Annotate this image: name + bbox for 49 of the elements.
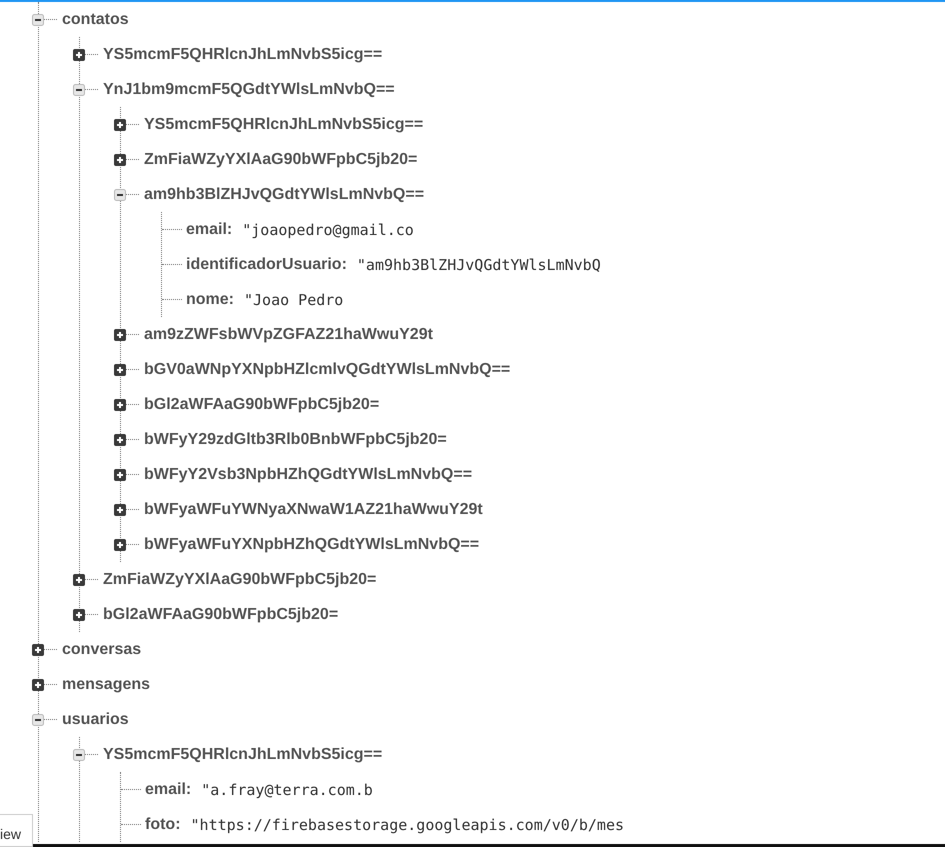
expand-icon[interactable] — [73, 608, 85, 620]
node-key[interactable]: usuarios — [62, 710, 129, 728]
field-key: foto: — [145, 816, 181, 834]
node-key[interactable]: bGV0aWNpYXNpbHZlcmlvQGdtYWlsLmNvbQ== — [144, 360, 510, 378]
expand-icon[interactable] — [114, 468, 126, 480]
field-key: nome: — [186, 290, 234, 308]
node-key[interactable]: mensagens — [62, 676, 150, 694]
field-value: "a.fray@terra.com.b — [201, 780, 373, 798]
collapse-icon[interactable] — [73, 84, 85, 96]
expand-icon[interactable] — [114, 118, 126, 130]
field-value: "Joao Pedro — [244, 290, 344, 308]
expand-icon[interactable] — [114, 328, 126, 340]
expand-icon[interactable] — [114, 434, 126, 446]
field-key: email: — [145, 780, 192, 798]
expand-icon[interactable] — [114, 154, 126, 166]
field-key: email: — [186, 220, 232, 238]
expand-icon[interactable] — [73, 574, 85, 586]
node-key[interactable]: YnJ1bm9mcmF5QGdtYWlsLmNvbQ== — [103, 80, 395, 98]
expand-icon[interactable] — [114, 364, 126, 376]
field-value: "joaopedro@gmail.co — [242, 220, 414, 238]
node-key[interactable]: am9zZWFsbWVpZGFAZ21haWwuY29t — [144, 326, 433, 344]
node-key[interactable]: ZmFiaWZyYXlAaG90bWFpbC5jb20= — [103, 570, 376, 588]
expand-icon[interactable] — [114, 504, 126, 516]
collapse-icon[interactable] — [114, 188, 126, 200]
field-value: "https://firebasestorage.googleapis.com/v0/b/mes — [190, 816, 624, 834]
node-key[interactable]: bWFyY29zdGltb3Rlb0BnbWFpbC5jb20= — [144, 430, 447, 448]
field-value: "am9hb3BlZHJvQGdtYWlsLmNvbQ — [356, 256, 601, 274]
node-key[interactable]: ZmFiaWZyYXlAaG90bWFpbC5jb20= — [144, 150, 418, 168]
node-key[interactable]: bWFyaWFuYXNpbHZhQGdtYWlsLmNvbQ== — [144, 536, 480, 554]
node-key[interactable]: bWFyaWFuYWNyaXNwaW1AZ21haWwuY29t — [144, 500, 483, 518]
collapse-icon[interactable] — [32, 14, 44, 26]
collapse-icon[interactable] — [73, 748, 85, 760]
collapse-icon[interactable] — [32, 714, 44, 726]
node-key[interactable]: contatos — [62, 10, 129, 28]
node-key[interactable]: bGl2aWFAaG90bWFpbC5jb20= — [144, 396, 380, 414]
node-key[interactable]: am9hb3BlZHJvQGdtYWlsLmNvbQ== — [144, 186, 424, 204]
node-key[interactable]: YS5mcmF5QHRlcnJhLmNvbS5icg== — [103, 46, 382, 64]
expand-icon[interactable] — [32, 644, 44, 656]
expand-icon[interactable] — [114, 398, 126, 410]
node-key[interactable]: YS5mcmF5QHRlcnJhLmNvbS5icg== — [103, 746, 382, 764]
node-key[interactable]: bGl2aWFAaG90bWFpbC5jb20= — [103, 606, 338, 624]
expand-icon[interactable] — [114, 538, 126, 550]
node-key[interactable]: conversas — [62, 640, 142, 658]
view-tab[interactable]: iew — [0, 814, 33, 847]
node-key[interactable]: bWFyY2Vsb3NpbHZhQGdtYWlsLmNvbQ== — [144, 466, 472, 484]
node-key[interactable]: YS5mcmF5QHRlcnJhLmNvbS5icg== — [144, 116, 424, 134]
expand-icon[interactable] — [32, 678, 44, 690]
field-key: identificadorUsuario: — [186, 256, 347, 274]
expand-icon[interactable] — [73, 48, 85, 60]
